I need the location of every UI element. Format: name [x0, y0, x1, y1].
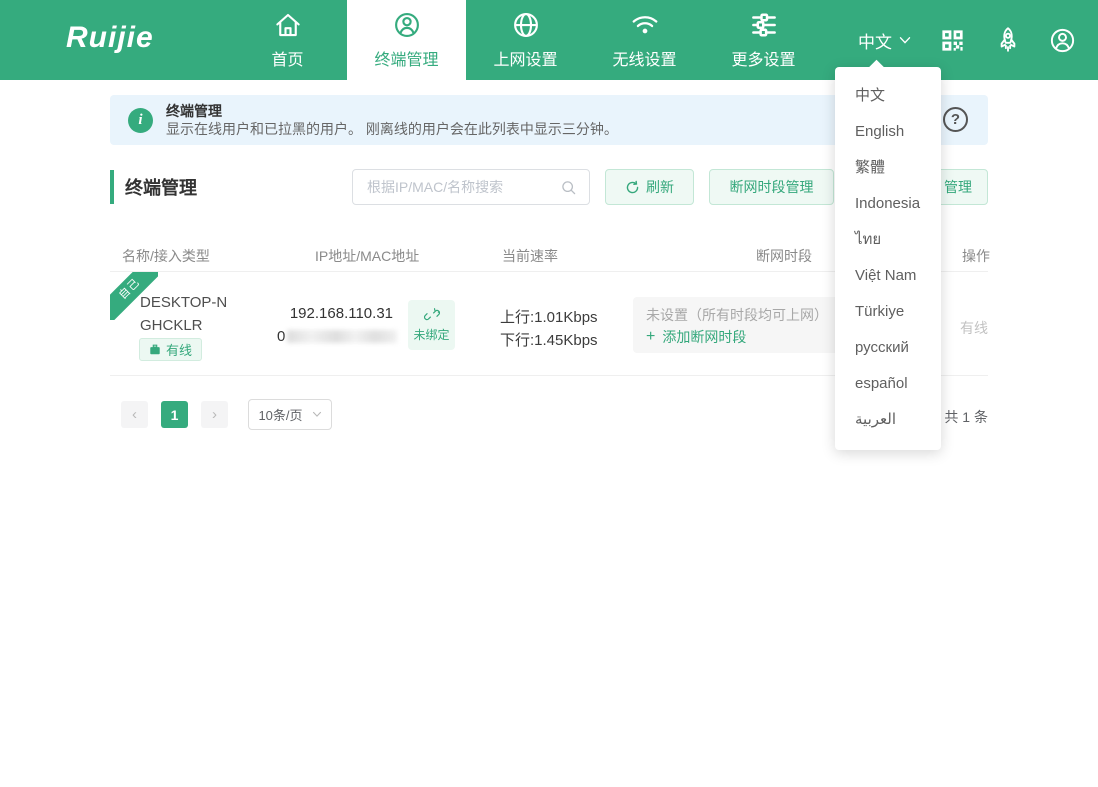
user-circle-icon — [394, 13, 419, 37]
uplink-rate: 上行:1.01Kbps — [500, 309, 598, 326]
main-nav: 首页 终端管理 上网设置 无线设置 更多设置 — [228, 0, 823, 80]
add-schedule-label: 添加断网时段 — [662, 329, 747, 345]
language-option-english[interactable]: English — [835, 114, 941, 150]
access-type-label: 有线 — [166, 343, 193, 358]
banner-title: 终端管理 — [166, 102, 222, 119]
nav-label-wireless: 无线设置 — [612, 52, 677, 69]
bind-status-label: 未绑定 — [413, 328, 450, 342]
nav-item-clients[interactable]: 终端管理 — [347, 0, 466, 80]
qr-code-icon[interactable] — [939, 27, 966, 54]
sliders-icon — [751, 13, 776, 37]
search-input[interactable] — [353, 179, 560, 195]
language-option-indonesia[interactable]: Indonesia — [835, 186, 941, 222]
globe-icon — [513, 13, 538, 37]
banner-text: 终端管理 显示在线用户和已拉黑的用户。 刚离线的用户会在此列表中显示三分钟。 — [166, 102, 618, 139]
language-option-zh-cn[interactable]: 中文 — [835, 78, 941, 114]
brand-logo: Ruijie — [66, 21, 154, 54]
offline-schedule-manage-button[interactable]: 断网时段管理 — [709, 169, 834, 205]
wired-device-icon — [150, 344, 160, 354]
nav-item-internet[interactable]: 上网设置 — [466, 0, 585, 80]
nav-label-internet: 上网设置 — [493, 52, 558, 69]
refresh-icon — [626, 180, 639, 193]
language-option-zh-tw[interactable]: 繁體 — [835, 150, 941, 186]
page-number-button[interactable]: 1 — [161, 401, 188, 428]
downlink-rate: 下行:1.45Kbps — [500, 332, 598, 349]
column-header-schedule: 断网时段 — [756, 248, 812, 264]
unbind-link-icon — [423, 308, 440, 321]
rocket-icon[interactable] — [993, 25, 1023, 55]
unbind-button[interactable]: 未绑定 — [408, 300, 455, 350]
plus-icon: + — [646, 328, 656, 345]
mac-address: 0 — [277, 328, 398, 345]
section-title: 终端管理 — [110, 170, 197, 204]
action-cell-text: 有线 — [960, 320, 988, 336]
account-avatar-icon[interactable] — [1048, 26, 1077, 55]
language-option-spanish[interactable]: español — [835, 366, 941, 402]
chevron-down-icon — [899, 36, 911, 44]
language-dropdown: 中文 English 繁體 Indonesia ไทย Việt Nam Tür… — [835, 67, 941, 450]
previous-page-button[interactable]: ‹ — [121, 401, 148, 428]
banner-description: 显示在线用户和已拉黑的用户。 刚离线的用户会在此列表中显示三分钟。 — [166, 120, 618, 137]
page-size-value: 10条/页 — [258, 408, 303, 423]
ip-address: 192.168.110.31 — [289, 305, 393, 322]
nav-label-home: 首页 — [271, 52, 304, 69]
language-option-thai[interactable]: ไทย — [835, 222, 941, 258]
column-header-ip-mac: IP地址/MAC地址 — [315, 248, 420, 264]
offline-schedule-manage-label: 断网时段管理 — [729, 179, 814, 195]
partially-hidden-manage-label: 管理 — [944, 179, 972, 195]
nav-item-home[interactable]: 首页 — [228, 0, 347, 80]
nav-label-more-settings: 更多设置 — [731, 52, 796, 69]
mac-prefix: 0 — [277, 328, 286, 345]
nav-label-clients: 终端管理 — [374, 52, 439, 69]
refresh-label: 刷新 — [646, 179, 674, 195]
next-page-button[interactable]: › — [201, 401, 228, 428]
nav-item-more-settings[interactable]: 更多设置 — [704, 0, 823, 80]
section-title-text: 终端管理 — [125, 178, 197, 198]
column-header-action: 操作 — [962, 248, 990, 264]
wifi-icon — [632, 16, 657, 34]
page: Ruijie 首页 终端管理 上网设置 无线设置 更多设置 中文 i 终端管理 … — [0, 0, 1098, 787]
language-option-vietnamese[interactable]: Việt Nam — [835, 258, 941, 294]
search-box — [352, 169, 590, 205]
mac-blurred-region — [287, 330, 398, 343]
refresh-button[interactable]: 刷新 — [605, 169, 694, 205]
language-option-russian[interactable]: русский — [835, 330, 941, 366]
language-option-turkish[interactable]: Türkiye — [835, 294, 941, 330]
help-icon[interactable]: ? — [943, 107, 968, 132]
access-type-badge: 有线 — [139, 338, 203, 361]
select-chevron-icon — [312, 411, 321, 417]
search-icon[interactable] — [560, 179, 577, 196]
language-option-arabic[interactable]: العربية — [835, 402, 941, 438]
home-icon — [275, 13, 300, 37]
device-name: DESKTOP-NGHCKLR — [140, 294, 228, 334]
column-header-rate: 当前速率 — [502, 248, 558, 264]
nav-item-wireless[interactable]: 无线设置 — [585, 0, 704, 80]
column-header-name-type: 名称/接入类型 — [122, 248, 210, 264]
page-size-select[interactable]: 10条/页 — [248, 399, 332, 430]
language-current: 中文 — [858, 32, 892, 52]
info-icon: i — [128, 107, 153, 133]
